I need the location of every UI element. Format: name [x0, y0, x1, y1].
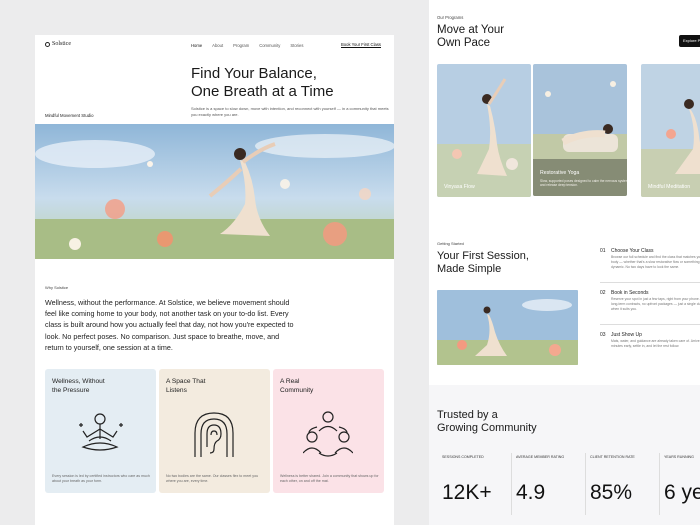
program-desc: Slow, supported poses designed to calm t… — [540, 178, 627, 188]
feature-title-line-2: the Pressure — [52, 387, 90, 394]
hero-title: Find Your Balance, One Breath at a Time — [191, 65, 391, 101]
feature-desc: Wellness is better shared. Join a commun… — [280, 474, 379, 484]
stat-value: 85% — [590, 481, 633, 504]
program-card-restorative[interactable]: Restorative Yoga Slow, supported poses d… — [533, 64, 627, 196]
step-title: Book in Seconds — [611, 290, 649, 296]
trust-section: Trusted by a Growing Community SESSIONS … — [429, 385, 700, 525]
why-body: Wellness, without the performance. At So… — [45, 298, 294, 352]
getting-started-image — [437, 290, 578, 365]
feature-title: A Real Community — [280, 377, 370, 395]
programs-label: Our Programs — [437, 15, 464, 20]
feature-title-line-1: Wellness, Without — [52, 378, 105, 385]
program-image — [641, 64, 700, 197]
divider — [600, 282, 700, 283]
program-label: Mindful Meditation — [648, 184, 691, 190]
stat-value: 4.9 — [516, 481, 546, 504]
stat-label: YEARS RUNNING — [664, 455, 694, 459]
hero-title-line-2: One Breath at a Time — [191, 83, 334, 100]
nav-links: Home About Program Community Stories — [191, 43, 303, 48]
step-desc: Reserve your spot in just a few taps, ri… — [611, 297, 700, 311]
programs-page-preview: Our Programs Move at Your Own Pace Explo… — [429, 0, 700, 525]
feature-title: A Space That Listens — [166, 377, 256, 395]
program-card-meditation[interactable]: Mindful Meditation — [641, 64, 700, 197]
feature-card-space: A Space That Listens No two bodies are t… — [159, 369, 270, 493]
program-image — [533, 64, 627, 196]
divider — [600, 324, 700, 325]
step-number: 01 — [600, 248, 606, 254]
logo-mark-icon — [45, 41, 50, 47]
step-number: 02 — [600, 290, 606, 296]
trust-title-line-2: Growing Community — [437, 421, 537, 434]
feature-card-wellness: Wellness, Without the Pressure Every ses… — [45, 369, 156, 493]
stat-value: 12K+ — [442, 481, 492, 504]
nav-link-community[interactable]: Community — [259, 43, 280, 48]
getting-started-label: Getting Started — [437, 241, 464, 246]
hero-title-line-1: Find Your Balance, — [191, 65, 317, 82]
stat-retention: CLIENT RETENTION RATE 85% — [585, 453, 657, 515]
feature-card-community: A Real Community Wellness is better shar… — [273, 369, 384, 493]
programs-title: Move at Your Own Pace — [437, 24, 547, 49]
listening-ear-icon — [194, 412, 234, 457]
getting-started-title: Your First Session, Made Simple — [437, 250, 557, 275]
program-label: Vinyasa Flow — [444, 184, 475, 190]
stat-sessions: SESSIONS COMPLETED 12K+ — [437, 453, 509, 515]
feature-desc: Every session is led by certified instru… — [52, 474, 150, 484]
studio-label: Mindful Movement Studio — [45, 113, 94, 118]
program-image — [437, 64, 531, 197]
program-label: Restorative Yoga — [540, 170, 580, 176]
step-title: Just Show Up — [611, 332, 642, 338]
programs-title-line-1: Move at Your — [437, 24, 505, 36]
step-desc: Mats, water, and guidance are already ta… — [611, 339, 700, 348]
meditation-icon — [79, 413, 123, 451]
stat-rating: AVERAGE MEMBER RATING 4.9 — [511, 453, 583, 515]
community-icon — [303, 411, 353, 457]
stat-label: CLIENT RETENTION RATE — [590, 455, 635, 459]
step-number: 03 — [600, 332, 606, 338]
explore-programs-button[interactable]: Explore P — [679, 35, 700, 47]
program-card-vinyasa[interactable]: Vinyasa Flow — [437, 64, 531, 197]
feature-desc: No two bodies are the same. Our classes … — [166, 474, 259, 484]
book-first-class-button[interactable]: Book Your First Class — [341, 42, 382, 48]
trust-title: Trusted by a Growing Community — [437, 409, 557, 434]
feature-title-line-2: Community — [280, 387, 314, 394]
stat-label: SESSIONS COMPLETED — [442, 455, 484, 459]
nav-link-program[interactable]: Program — [233, 43, 249, 48]
hero-subtitle: Solstice is a space to slow down, move w… — [191, 106, 389, 117]
step-title: Choose Your Class — [611, 248, 654, 254]
landing-page-preview: Solstice Home About Program Community St… — [35, 35, 394, 525]
nav-link-stories[interactable]: Stories — [290, 43, 303, 48]
why-label: Why Solstice — [45, 285, 69, 290]
feature-title: Wellness, Without the Pressure — [52, 377, 142, 395]
logo[interactable]: Solstice — [45, 41, 71, 47]
stat-value: 6 ye — [664, 481, 700, 504]
step-desc: Browse our full schedule and find the cl… — [611, 255, 700, 269]
logo-text: Solstice — [52, 41, 71, 47]
trust-title-line-1: Trusted by a — [437, 409, 498, 421]
programs-title-line-2: Own Pace — [437, 36, 491, 49]
feature-title-line-1: A Real — [280, 378, 300, 385]
stat-label: AVERAGE MEMBER RATING — [516, 455, 565, 459]
nav-link-home[interactable]: Home — [191, 43, 202, 48]
nav-link-about[interactable]: About — [212, 43, 223, 48]
getting-started-title-line-2: Made Simple — [437, 262, 502, 275]
getting-started-title-line-1: Your First Session, — [437, 250, 529, 262]
top-nav: Solstice Home About Program Community St… — [35, 35, 394, 55]
hero-image — [35, 124, 394, 259]
feature-title-line-2: Listens — [166, 387, 187, 394]
stat-years: YEARS RUNNING 6 ye — [659, 453, 700, 515]
feature-title-line-1: A Space That — [166, 378, 206, 385]
